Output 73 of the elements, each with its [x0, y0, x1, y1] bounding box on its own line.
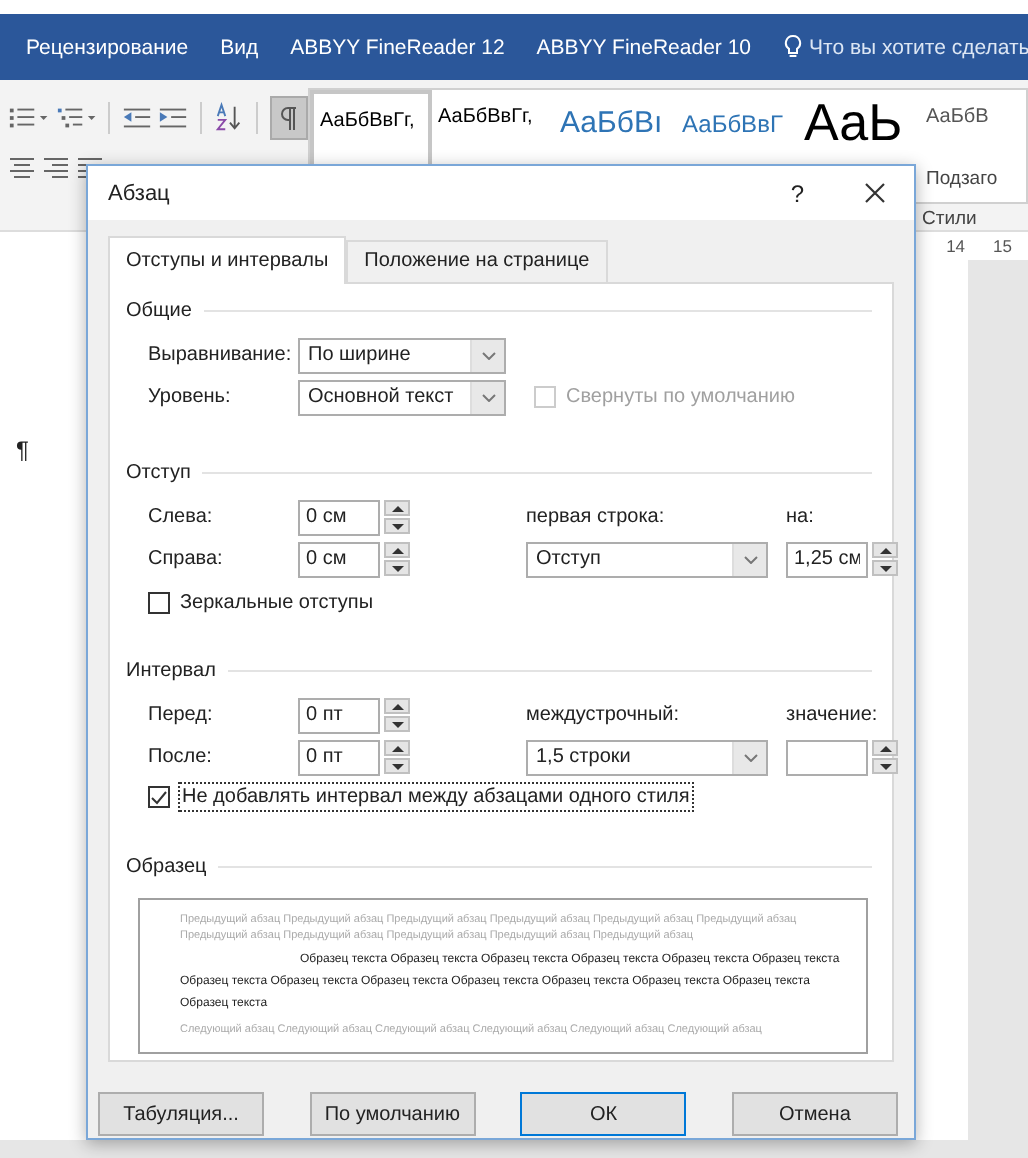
field-label: междустрочный: [526, 704, 682, 726]
alignment-dropdown[interactable]: По ширине [298, 337, 506, 373]
bullet-list-icon[interactable] [8, 104, 50, 132]
dialog-button[interactable]: ОК [520, 1092, 687, 1136]
checkbox[interactable] [148, 592, 170, 614]
spin-down-button[interactable] [384, 758, 410, 774]
line-spacing-dropdown[interactable]: 1,5 строки [526, 739, 768, 775]
ruler-number: 15 [993, 236, 1012, 256]
spin-up-button[interactable] [384, 500, 410, 516]
dialog-tab[interactable]: Отступы и интервалы [108, 236, 347, 284]
spin-up-button[interactable] [872, 740, 898, 756]
line-spacing-value-field[interactable] [786, 739, 868, 775]
pilcrow-icon [280, 105, 299, 131]
section-heading: Общие [126, 300, 192, 322]
help-button[interactable]: ? [790, 179, 804, 207]
spin-up-button[interactable] [872, 542, 898, 558]
numbered-list-icon[interactable] [55, 104, 97, 132]
lightbulb-icon [783, 34, 802, 60]
paragraph-mark: ¶ [16, 436, 29, 464]
spin-down-button[interactable] [872, 560, 898, 576]
ribbon-tab[interactable]: ABBYY FineReader 12 [290, 35, 505, 59]
dialog-title: Абзац [108, 181, 172, 205]
show-formatting-marks-button[interactable] [270, 96, 309, 140]
ribbon-tab[interactable]: Рецензирование [26, 35, 189, 59]
align-center-icon[interactable] [8, 156, 36, 180]
field-label: первая строка: [526, 506, 667, 528]
checkbox[interactable] [148, 786, 170, 808]
decrease-indent-icon[interactable] [122, 104, 153, 132]
right-indent-field[interactable]: 0 см [298, 541, 380, 577]
left-indent-field[interactable]: 0 см [298, 499, 380, 535]
field-label: Перед: [148, 704, 215, 726]
dialog-button[interactable]: Табуляция... [98, 1092, 264, 1136]
group-label: Стили [922, 208, 977, 230]
spin-down-button[interactable] [384, 560, 410, 576]
style-preset[interactable]: АаБбВ Подзаго [920, 90, 1026, 202]
field-label: Справа: [148, 548, 225, 570]
close-icon[interactable] [864, 182, 886, 204]
checkbox-label: Зеркальные отступы [178, 590, 376, 616]
field-label: Уровень: [148, 386, 233, 408]
spin-up-button[interactable] [384, 542, 410, 558]
space-after-field[interactable]: 0 пт [298, 739, 380, 775]
dialog-button[interactable]: По умолчанию [309, 1092, 476, 1136]
sort-icon[interactable] [214, 102, 245, 134]
chevron-down-icon [481, 351, 495, 359]
field-label: Слева: [148, 506, 215, 528]
checkbox-label: Не добавлять интервал между абзацами одного стиля [178, 782, 694, 812]
field-label: После: [148, 746, 214, 768]
outline-level-dropdown[interactable]: Основной текст [298, 379, 506, 415]
section-heading: Интервал [126, 660, 216, 682]
spin-down-button[interactable] [872, 758, 898, 774]
space-before-field[interactable]: 0 пт [298, 697, 380, 733]
spin-up-button[interactable] [384, 698, 410, 714]
ribbon-tab[interactable]: Вид [220, 35, 259, 59]
checkbox-label: Свернуты по умолчанию [564, 384, 797, 410]
spin-up-button[interactable] [384, 740, 410, 756]
chevron-down-icon [743, 555, 757, 563]
dialog-button[interactable]: Отмена [731, 1092, 898, 1136]
section-heading: Отступ [126, 462, 191, 484]
field-label: Выравнивание: [148, 344, 294, 366]
ruler-number: 14 [946, 236, 966, 256]
spin-down-button[interactable] [384, 518, 410, 534]
first-line-dropdown[interactable]: Отступ [526, 541, 768, 577]
align-right-icon[interactable] [42, 156, 70, 180]
tell-me-field[interactable]: Что вы хотите сделать [783, 34, 1028, 60]
field-label: на: [786, 506, 816, 528]
increase-indent-icon[interactable] [158, 104, 189, 132]
spin-down-button[interactable] [384, 716, 410, 732]
ribbon-tab[interactable]: ABBYY FineReader 10 [536, 35, 752, 59]
dialog-tab[interactable]: Положение на странице [346, 240, 608, 284]
section-heading: Образец [126, 856, 207, 878]
field-label: значение: [786, 704, 880, 726]
chevron-down-icon [743, 753, 757, 761]
chevron-down-icon [481, 393, 495, 401]
